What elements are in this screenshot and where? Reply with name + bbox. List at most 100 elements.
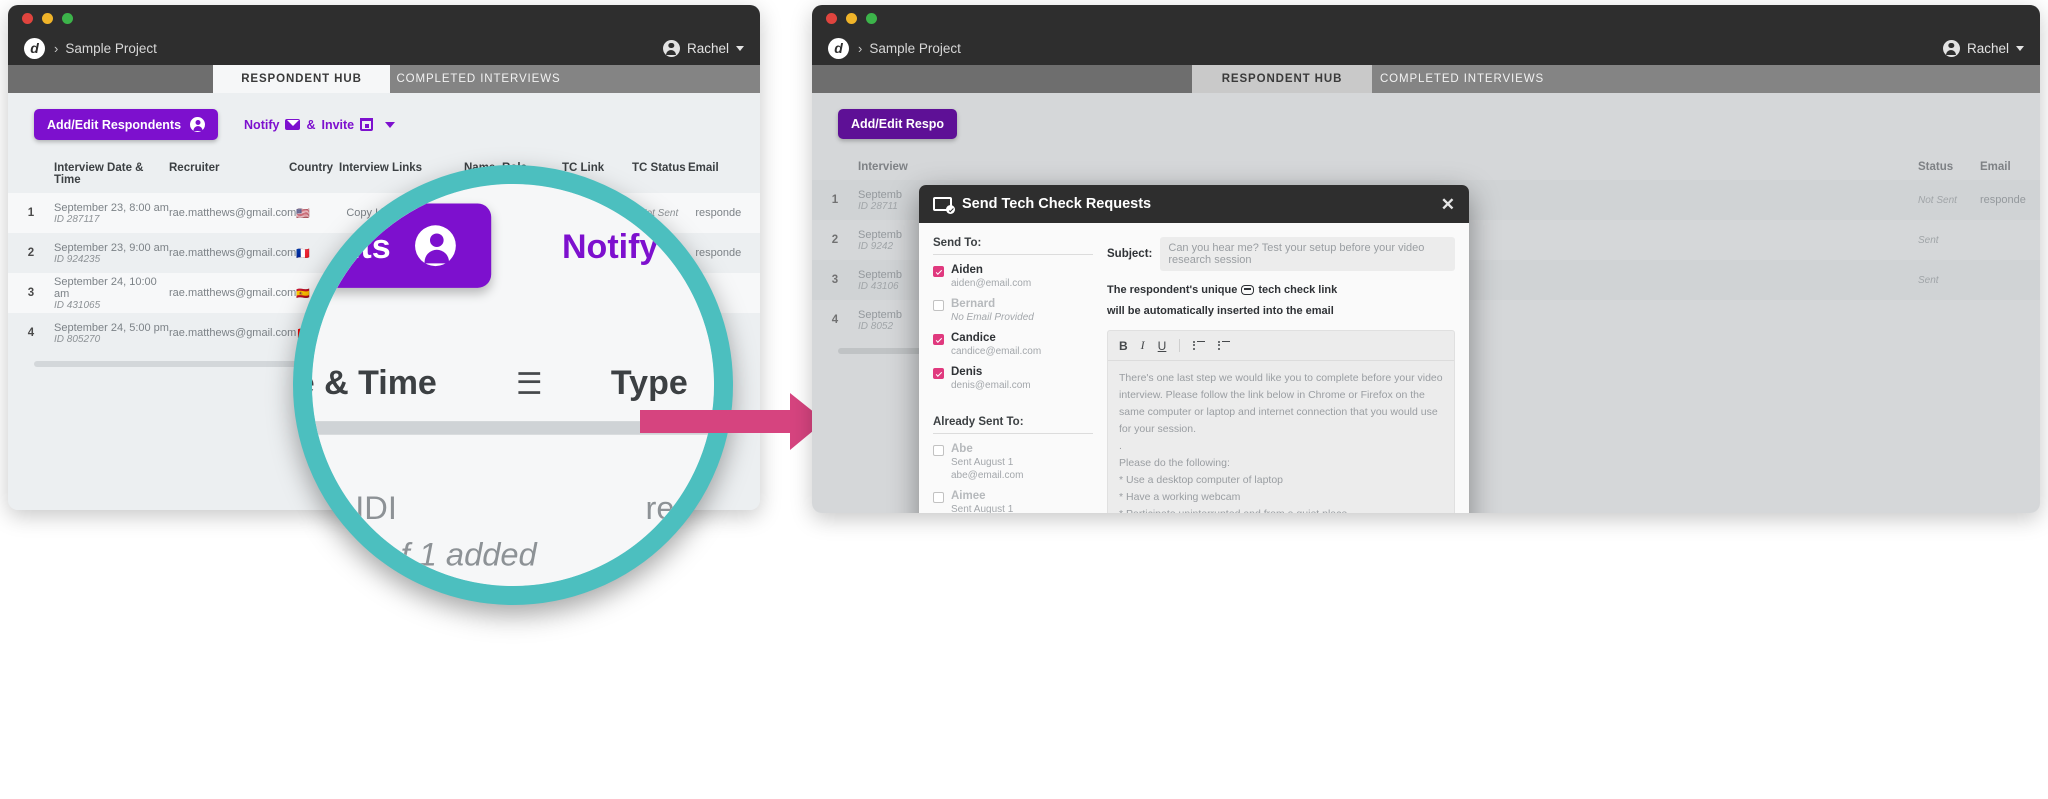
th-recruiter[interactable]: Recruiter (169, 162, 289, 186)
close-window-dot[interactable] (826, 13, 837, 24)
maximize-window-dot[interactable] (866, 13, 877, 24)
recipient-sent-date: Sent August 1 (951, 504, 1014, 513)
cell-tc-status: Sent (1918, 234, 1939, 246)
mail-icon[interactable] (674, 230, 714, 261)
recipient-name: Candice (951, 332, 996, 344)
app-logo-icon: d (828, 37, 849, 59)
recipient-item[interactable]: Aiden aiden@email.com (933, 264, 1093, 289)
magnified-notify-control[interactable]: Notify & Invite (562, 227, 714, 265)
checkbox-icon[interactable] (933, 492, 944, 503)
tech-check-link-note: The respondent's unique tech check link … (1107, 282, 1455, 320)
add-edit-respondents-label: Add/Edit Respondents (47, 117, 182, 132)
recipient-item: Bernard No Email Provided (933, 298, 1093, 323)
left-tabstrip: RESPONDENT HUB COMPLETED INTERVIEWS (8, 65, 760, 93)
cell-email: responde (1980, 194, 2026, 206)
bulleted-list-icon[interactable] (1193, 340, 1206, 351)
breadcrumb[interactable]: Sample Project (869, 41, 961, 56)
cell-id: ID 805270 (54, 333, 101, 345)
user-menu[interactable]: Rachel (1942, 31, 2024, 65)
cell-recruiter: rae.matthews@gmail.com (169, 207, 297, 219)
magnifier-lens: Add/Edit Respondents Notify & Invite (293, 165, 733, 605)
magnified-th-date-time[interactable]: Date & Time (312, 364, 437, 402)
dialog-body: Send To: Aiden aiden@email.com Bernard N… (919, 223, 1469, 513)
already-sent-item[interactable]: Abe Sent August 1 abe@email.com (933, 443, 1093, 481)
th-interview-date-time[interactable]: Interview Date & Time (54, 162, 169, 186)
magnified-cell-added: 0 of 1 added (355, 535, 537, 574)
magnified-cell-partial: up (7) (312, 573, 714, 586)
notify-label: Notify (244, 117, 280, 132)
person-icon (190, 117, 206, 132)
tab-spacer-left (812, 65, 1192, 93)
note-line-2: will be automatically inserted into the … (1107, 305, 1334, 318)
cell-tc-status: Not Sent (1918, 194, 1957, 206)
magnified-cell-type: IDI (355, 489, 397, 528)
editor-toolbar: B I U (1108, 331, 1454, 362)
cell-id: ID 924235 (54, 253, 101, 265)
checkbox-icon[interactable] (933, 334, 944, 345)
checkbox-icon (933, 300, 944, 311)
minimize-window-dot[interactable] (42, 13, 53, 24)
user-menu[interactable]: Rachel (662, 31, 744, 65)
app-logo-icon: d (24, 37, 45, 59)
checkbox-icon[interactable] (933, 368, 944, 379)
traffic-lights (22, 13, 73, 24)
th-email[interactable]: Email (1980, 161, 2040, 173)
flow-arrow-icon (640, 393, 825, 450)
cell-date-time: September 24, 5:00 pm ID 805270 (54, 322, 169, 345)
recipients-column: Send To: Aiden aiden@email.com Bernard N… (933, 237, 1093, 513)
already-sent-title: Already Sent To: (933, 416, 1093, 434)
cell-recruiter: rae.matthews@gmail.com (169, 247, 297, 259)
filter-icon[interactable] (508, 370, 541, 395)
tab-respondent-hub[interactable]: RESPONDENT HUB (1192, 65, 1372, 93)
recipient-name: Aiden (951, 264, 983, 276)
close-icon[interactable]: ✕ (1441, 196, 1455, 213)
th-status[interactable]: Status (1918, 161, 1980, 173)
breadcrumb[interactable]: Sample Project (65, 41, 157, 56)
checkbox-icon[interactable] (933, 445, 944, 456)
th-index (8, 162, 54, 186)
invite-label: Invite (321, 117, 355, 132)
magnified-add-edit-button[interactable]: Add/Edit Respondents (312, 203, 492, 288)
add-edit-respondents-button[interactable]: Add/Edit Respondents (34, 109, 219, 140)
maximize-window-dot[interactable] (62, 13, 73, 24)
toolbar-divider (1179, 339, 1181, 353)
right-tabstrip: RESPONDENT HUB COMPLETED INTERVIEWS (812, 65, 2040, 93)
ampersand-label: & (306, 117, 316, 132)
dialog-header: Send Tech Check Requests ✕ (919, 185, 1469, 223)
tab-completed-interviews[interactable]: COMPLETED INTERVIEWS (1372, 65, 1552, 93)
already-sent-item[interactable]: Aimee Sent August 1 aimee@email.com (933, 490, 1093, 513)
recipient-item[interactable]: Denis denis@email.com (933, 366, 1093, 391)
close-window-dot[interactable] (22, 13, 33, 24)
calendar-icon[interactable] (360, 118, 374, 131)
notify-invite-control[interactable]: Notify & Invite (244, 117, 396, 132)
checkbox-icon[interactable] (933, 266, 944, 277)
subject-input[interactable]: Can you hear me? Test your setup before … (1160, 237, 1455, 271)
send-to-title: Send To: (933, 237, 1093, 255)
italic-button[interactable]: I (1141, 338, 1145, 353)
cell-recruiter: rae.matthews@gmail.com (169, 327, 297, 339)
email-body-input[interactable]: There's one last step we would like you … (1108, 361, 1454, 513)
chevron-down-icon[interactable] (385, 121, 396, 128)
numbered-list-icon[interactable] (1218, 340, 1231, 351)
left-toolbar: Add/Edit Respondents Notify & Invite (8, 93, 760, 140)
avatar-icon (1942, 39, 1960, 57)
avatar-icon (662, 39, 680, 57)
th-index (812, 161, 858, 173)
user-name: Rachel (1966, 40, 2009, 56)
tab-spacer-left (8, 65, 213, 93)
magnified-add-edit-label: Add/Edit Respondents (312, 226, 391, 265)
minimize-window-dot[interactable] (846, 13, 857, 24)
underline-button[interactable]: U (1158, 339, 1167, 353)
recipient-item[interactable]: Candice candice@email.com (933, 332, 1093, 357)
tab-respondent-hub[interactable]: RESPONDENT HUB (213, 65, 390, 93)
mail-icon[interactable] (285, 119, 301, 130)
cell-date: September 23, 9:00 am (54, 241, 169, 254)
tab-spacer-right (567, 65, 760, 93)
th-interview[interactable]: Interview (858, 161, 973, 173)
row-index: 1 (831, 194, 839, 206)
add-edit-respondents-button[interactable]: Add/Edit Respo (838, 109, 958, 139)
tab-completed-interviews[interactable]: COMPLETED INTERVIEWS (390, 65, 567, 93)
cell-id: ID 287117 (54, 213, 100, 225)
row-index: 3 (27, 287, 35, 299)
bold-button[interactable]: B (1119, 339, 1128, 353)
